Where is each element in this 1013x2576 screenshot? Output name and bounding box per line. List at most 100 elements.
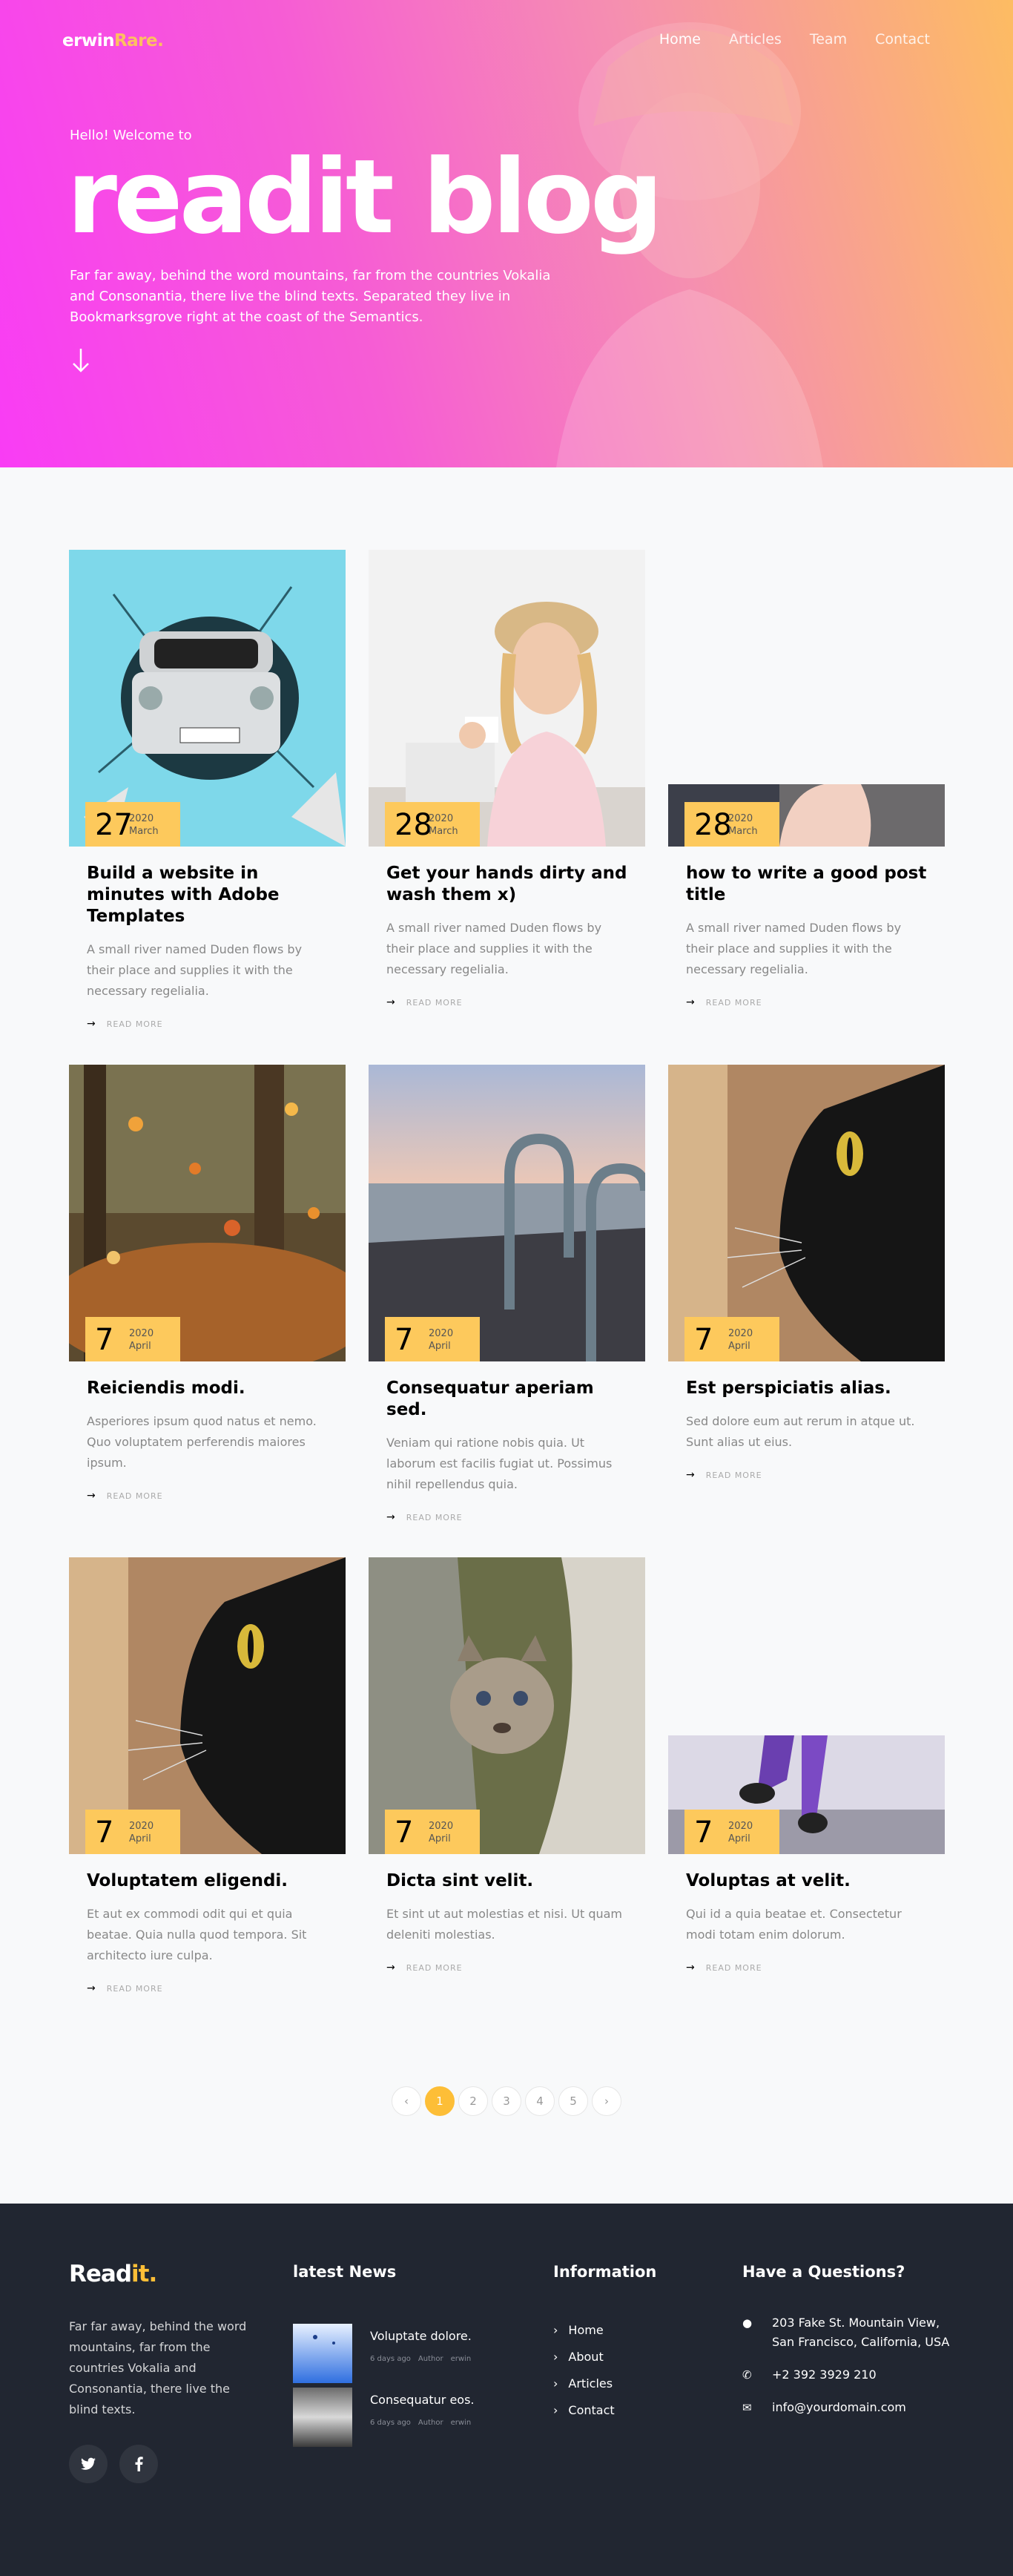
post-title[interactable]: Build a website in minutes with Adobe Te… — [87, 863, 328, 927]
contact-heading: Have a Questions? — [742, 2263, 905, 2281]
nav-home[interactable]: Home — [659, 31, 701, 47]
post-image[interactable]: 7 2020 April — [668, 1065, 945, 1361]
post-excerpt: A small river named Duden flows by their… — [386, 921, 602, 976]
date-badge: 7 2020 April — [385, 1317, 480, 1361]
post-excerpt: Asperiores ipsum quod natus et nemo. Quo… — [87, 1414, 317, 1470]
post-image[interactable]: 7 2020 April — [369, 1557, 645, 1854]
page-5-button[interactable]: 5 — [558, 2086, 588, 2116]
post-title[interactable]: Voluptatem eligendi. — [87, 1870, 328, 1892]
footer-link-articles[interactable]: › Articles — [553, 2370, 615, 2396]
hero-title: readit blog — [67, 137, 664, 257]
date-badge: 7 2020 April — [684, 1317, 779, 1361]
pagination: ‹ 1 2 3 4 5 › — [392, 2086, 621, 2116]
hero-section: erwinRare. Home Articles Team Contact He… — [0, 0, 1013, 467]
post-title[interactable]: Consequatur aperiam sed. — [386, 1378, 627, 1421]
read-more-link[interactable]: → READ MORE — [87, 1490, 328, 1502]
footer-link-home[interactable]: › Home — [553, 2316, 615, 2343]
phone-icon: ✆ — [742, 2368, 752, 2382]
post-image[interactable]: 7 2020 April — [668, 1735, 945, 1854]
arrow-right-icon: → — [87, 1490, 96, 1502]
post-card: 7 2020 April Dicta sint velit. Et sint ut… — [369, 1557, 645, 2050]
arrow-right-icon: → — [87, 1982, 96, 1994]
chevron-right-icon: › — [553, 2322, 558, 2337]
arrow-right-icon: → — [686, 1469, 696, 1481]
post-excerpt: Sed dolore eum aut rerum in atque ut. Su… — [686, 1414, 915, 1449]
post-card: 7 2020 April Consequatur aperiam sed. Ven… — [369, 1065, 645, 1557]
post-excerpt: A small river named Duden flows by their… — [686, 921, 902, 976]
main-nav: Home Articles Team Contact — [659, 31, 930, 47]
post-title[interactable]: Get your hands dirty and wash them x) — [386, 863, 627, 906]
arrow-right-icon: → — [686, 996, 696, 1008]
twitter-icon[interactable] — [69, 2445, 108, 2483]
news-meta: 6 days ago Author erwin — [370, 2419, 472, 2427]
read-more-link[interactable]: → READ MORE — [686, 996, 927, 1008]
news-item[interactable]: Voluptate dolore. 6 days ago Author erwin — [293, 2324, 472, 2383]
nav-contact[interactable]: Contact — [875, 31, 930, 47]
date-badge: 27 2020 March — [85, 802, 180, 847]
site-logo[interactable]: erwinRare. — [62, 31, 164, 50]
nav-team[interactable]: Team — [810, 31, 847, 47]
page-prev-button[interactable]: ‹ — [392, 2086, 421, 2116]
post-image[interactable]: 28 2020 March — [668, 784, 945, 847]
post-card: 7 2020 April Est perspiciatis alias. Sed … — [668, 1065, 945, 1557]
date-badge: 28 2020 March — [684, 802, 779, 847]
hero-text: Far far away, behind the word mountains,… — [70, 268, 551, 325]
news-thumbnail — [293, 2324, 352, 2383]
email-row[interactable]: ✉ info@yourdomain.com — [742, 2398, 957, 2417]
read-more-link[interactable]: → READ MORE — [87, 1982, 328, 1994]
post-title[interactable]: Voluptas at velit. — [686, 1870, 927, 1892]
page-next-button[interactable]: › — [592, 2086, 621, 2116]
date-badge: 7 2020 April — [385, 1810, 480, 1854]
date-badge: 7 2020 April — [85, 1810, 180, 1854]
post-image[interactable]: 7 2020 April — [369, 1065, 645, 1361]
arrow-right-icon: → — [386, 1962, 396, 1974]
chevron-right-icon: › — [553, 2376, 558, 2391]
post-excerpt: Et aut ex commodi odit qui et quia beata… — [87, 1907, 307, 1962]
read-more-link[interactable]: → READ MORE — [686, 1962, 927, 1974]
post-image[interactable]: 7 2020 April — [69, 1557, 346, 1854]
facebook-icon[interactable] — [119, 2445, 158, 2483]
footer-link-about[interactable]: › About — [553, 2343, 615, 2370]
address-row: ● 203 Fake St. Mountain View, San Francis… — [742, 2313, 957, 2352]
nav-articles[interactable]: Articles — [729, 31, 782, 47]
chevron-right-icon: › — [553, 2349, 558, 2364]
post-card: 7 2020 April Voluptatem eligendi. Et aut … — [69, 1557, 346, 2050]
news-title[interactable]: Consequatur eos. — [370, 2392, 475, 2408]
page-4-button[interactable]: 4 — [525, 2086, 555, 2116]
date-badge: 7 2020 April — [85, 1317, 180, 1361]
map-marker-icon: ● — [742, 2316, 753, 2330]
post-card: 28 2020 March how to write a good post ti… — [668, 550, 945, 1065]
news-meta: 6 days ago Author erwin — [370, 2355, 472, 2363]
phone-row[interactable]: ✆ +2 392 3929 210 — [742, 2365, 957, 2385]
footer-logo[interactable]: Readit. — [69, 2261, 157, 2287]
post-title[interactable]: how to write a good post title — [686, 863, 927, 906]
read-more-link[interactable]: → READ MORE — [386, 1962, 627, 1974]
envelope-icon: ✉ — [742, 2401, 752, 2414]
arrow-right-icon: → — [686, 1962, 696, 1974]
arrow-down-icon[interactable] — [70, 346, 92, 375]
news-item[interactable]: Consequatur eos. 6 days ago Author erwin — [293, 2388, 475, 2447]
chevron-right-icon: › — [553, 2402, 558, 2417]
social-links — [69, 2445, 158, 2483]
read-more-link[interactable]: → READ MORE — [686, 1469, 927, 1481]
page-2-button[interactable]: 2 — [458, 2086, 488, 2116]
arrow-right-icon: → — [386, 996, 396, 1008]
post-excerpt: Qui id a quia beatae et. Consectetur mod… — [686, 1907, 902, 1942]
news-title[interactable]: Voluptate dolore. — [370, 2328, 472, 2345]
read-more-link[interactable]: → READ MORE — [386, 1511, 627, 1523]
read-more-link[interactable]: → READ MORE — [386, 996, 627, 1008]
page-3-button[interactable]: 3 — [492, 2086, 521, 2116]
page-1-button[interactable]: 1 — [425, 2086, 455, 2116]
news-thumbnail — [293, 2388, 352, 2447]
post-excerpt: A small river named Duden flows by their… — [87, 942, 303, 998]
post-title[interactable]: Dicta sint velit. — [386, 1870, 627, 1892]
read-more-link[interactable]: → READ MORE — [87, 1018, 328, 1030]
post-image[interactable]: 7 2020 April — [69, 1065, 346, 1361]
post-image[interactable]: 27 2020 March — [69, 550, 346, 847]
post-title[interactable]: Reiciendis modi. — [87, 1378, 328, 1399]
post-image[interactable]: 28 2020 March — [369, 550, 645, 847]
arrow-right-icon: → — [386, 1511, 396, 1523]
post-title[interactable]: Est perspiciatis alias. — [686, 1378, 927, 1399]
footer-link-contact[interactable]: › Contact — [553, 2396, 615, 2423]
news-heading: latest News — [293, 2263, 397, 2281]
